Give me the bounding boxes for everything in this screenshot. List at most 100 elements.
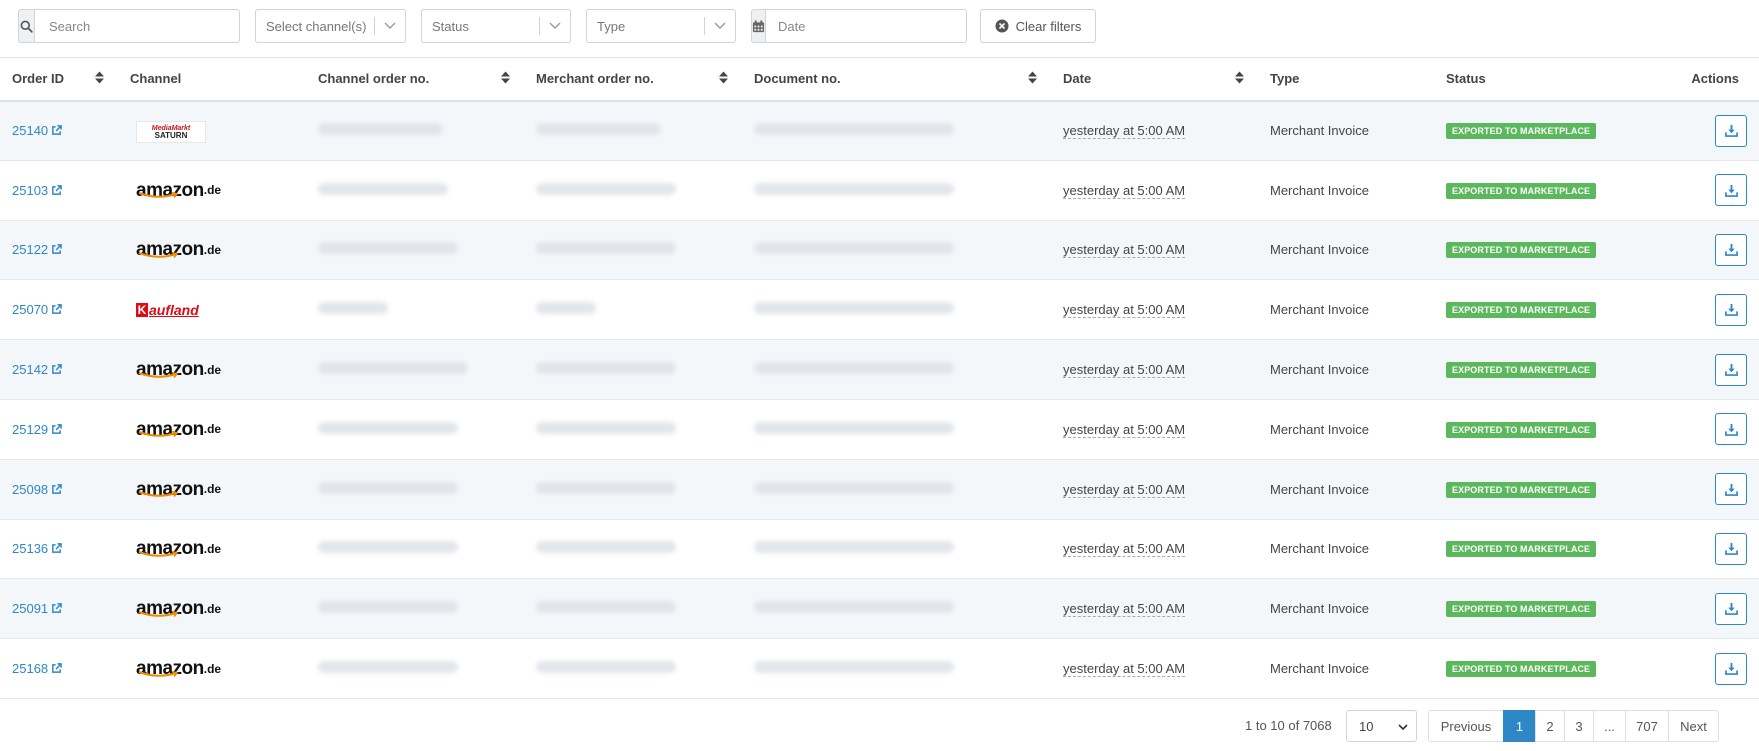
type-text: Merchant Invoice xyxy=(1270,362,1369,378)
column-header-document-no[interactable]: Document no. xyxy=(742,58,1051,101)
status-badge: EXPORTED TO MARKETPLACE xyxy=(1446,481,1597,498)
download-button[interactable] xyxy=(1715,413,1747,446)
cell-channel: MediaMarkt SATURN xyxy=(118,101,306,161)
cell-date: yesterday at 5:00 AM xyxy=(1051,280,1258,340)
column-header-merchant-order-no[interactable]: Merchant order no. xyxy=(524,58,742,101)
column-header-date[interactable]: Date xyxy=(1051,58,1258,101)
page-button-2[interactable]: 2 xyxy=(1535,710,1565,742)
cell-date: yesterday at 5:00 AM xyxy=(1051,459,1258,519)
date-input[interactable] xyxy=(765,9,967,43)
download-button[interactable] xyxy=(1715,114,1747,147)
sort-icon[interactable] xyxy=(95,71,104,86)
column-header-channel-order-no[interactable]: Channel order no. xyxy=(306,58,524,101)
cell-order-id: 25098 xyxy=(0,459,118,519)
mediamarkt-saturn-logo: MediaMarkt SATURN xyxy=(136,121,206,144)
download-button[interactable] xyxy=(1715,293,1747,326)
table-row: 25091 amazon .de yesterday at 5:00 AM Mercha… xyxy=(0,578,1759,639)
status-select[interactable]: Status xyxy=(421,9,571,43)
cell-channel-order-no xyxy=(306,399,524,459)
column-label: Type xyxy=(1270,71,1300,87)
redacted-text xyxy=(536,541,676,554)
cell-status: EXPORTED TO MARKETPLACE xyxy=(1434,101,1629,161)
previous-page-button[interactable]: Previous xyxy=(1428,710,1504,742)
date-text[interactable]: yesterday at 5:00 AM xyxy=(1063,661,1186,678)
cell-merchant-order-no xyxy=(524,340,742,400)
date-text[interactable]: yesterday at 5:00 AM xyxy=(1063,421,1186,438)
sort-icon[interactable] xyxy=(719,71,728,86)
cell-status: EXPORTED TO MARKETPLACE xyxy=(1434,459,1629,519)
cell-actions xyxy=(1629,160,1759,220)
date-text[interactable]: yesterday at 5:00 AM xyxy=(1063,601,1186,618)
order-id-link[interactable]: 25091 xyxy=(12,601,62,616)
redacted-text xyxy=(536,123,661,136)
download-button[interactable] xyxy=(1715,473,1747,506)
date-text[interactable]: yesterday at 5:00 AM xyxy=(1063,182,1186,199)
cell-document-no xyxy=(742,160,1051,220)
cell-date: yesterday at 5:00 AM xyxy=(1051,579,1258,639)
page-button-1[interactable]: 1 xyxy=(1503,710,1536,742)
external-link-icon xyxy=(52,184,62,195)
redacted-text xyxy=(318,123,443,136)
page-button-3[interactable]: 3 xyxy=(1564,710,1594,742)
sort-icon[interactable] xyxy=(1028,71,1037,86)
order-id-link[interactable]: 25103 xyxy=(12,183,62,198)
redacted-text xyxy=(536,661,676,674)
column-header-actions: Actions xyxy=(1629,58,1759,101)
cell-document-no xyxy=(742,519,1051,579)
column-header-order-id[interactable]: Order ID xyxy=(0,58,118,101)
page-button-ellipsis[interactable]: ... xyxy=(1593,710,1626,742)
cell-order-id: 25122 xyxy=(0,220,118,280)
cell-channel: amazon .de xyxy=(118,220,306,280)
date-text[interactable]: yesterday at 5:00 AM xyxy=(1063,541,1186,558)
channel-select[interactable]: Select channel(s) xyxy=(255,9,406,43)
next-page-button[interactable]: Next xyxy=(1668,710,1719,742)
column-label: Merchant order no. xyxy=(536,71,654,87)
type-text: Merchant Invoice xyxy=(1270,541,1369,557)
order-id-link[interactable]: 25070 xyxy=(12,302,62,317)
clear-filters-button[interactable]: Clear filters xyxy=(980,9,1096,43)
calendar-icon[interactable] xyxy=(751,9,765,43)
download-button[interactable] xyxy=(1715,174,1747,207)
cell-merchant-order-no xyxy=(524,280,742,340)
status-badge: EXPORTED TO MARKETPLACE xyxy=(1446,421,1597,438)
download-button[interactable] xyxy=(1715,233,1747,266)
cell-type: Merchant Invoice xyxy=(1258,340,1434,400)
search-group xyxy=(18,9,240,43)
cell-date: yesterday at 5:00 AM xyxy=(1051,160,1258,220)
cell-status: EXPORTED TO MARKETPLACE xyxy=(1434,340,1629,400)
date-text[interactable]: yesterday at 5:00 AM xyxy=(1063,302,1186,319)
page-button-707[interactable]: 707 xyxy=(1625,710,1669,742)
download-button[interactable] xyxy=(1715,652,1747,685)
search-input[interactable] xyxy=(34,9,240,43)
orders-table: Order ID Channel Channel order no. Merch… xyxy=(0,57,1759,699)
order-id-text: 25098 xyxy=(12,481,49,497)
cell-merchant-order-no xyxy=(524,519,742,579)
download-button[interactable] xyxy=(1715,592,1747,625)
sort-icon[interactable] xyxy=(1235,71,1244,86)
type-select[interactable]: Type xyxy=(586,9,736,43)
order-id-link[interactable]: 25142 xyxy=(12,362,62,377)
date-text[interactable]: yesterday at 5:00 AM xyxy=(1063,362,1186,379)
channel-select-placeholder: Select channel(s) xyxy=(266,18,367,34)
sort-icon[interactable] xyxy=(501,71,510,86)
order-id-link[interactable]: 25122 xyxy=(12,242,62,257)
status-badge: EXPORTED TO MARKETPLACE xyxy=(1446,242,1597,259)
order-id-link[interactable]: 25168 xyxy=(12,661,62,676)
order-id-link[interactable]: 25140 xyxy=(12,123,62,138)
date-text[interactable]: yesterday at 5:00 AM xyxy=(1063,123,1186,140)
page-size-select[interactable]: 10 xyxy=(1346,710,1417,742)
redacted-text xyxy=(754,481,954,494)
order-id-link[interactable]: 25098 xyxy=(12,482,62,497)
search-icon[interactable] xyxy=(18,9,34,43)
external-link-icon xyxy=(52,603,62,614)
date-text[interactable]: yesterday at 5:00 AM xyxy=(1063,242,1186,259)
redacted-text xyxy=(754,182,954,195)
redacted-text xyxy=(536,302,596,315)
download-button[interactable] xyxy=(1715,532,1747,565)
order-id-link[interactable]: 25136 xyxy=(12,541,62,556)
order-id-link[interactable]: 25129 xyxy=(12,422,62,437)
download-button[interactable] xyxy=(1715,353,1747,386)
cell-merchant-order-no xyxy=(524,579,742,639)
cell-channel-order-no xyxy=(306,220,524,280)
date-text[interactable]: yesterday at 5:00 AM xyxy=(1063,481,1186,498)
